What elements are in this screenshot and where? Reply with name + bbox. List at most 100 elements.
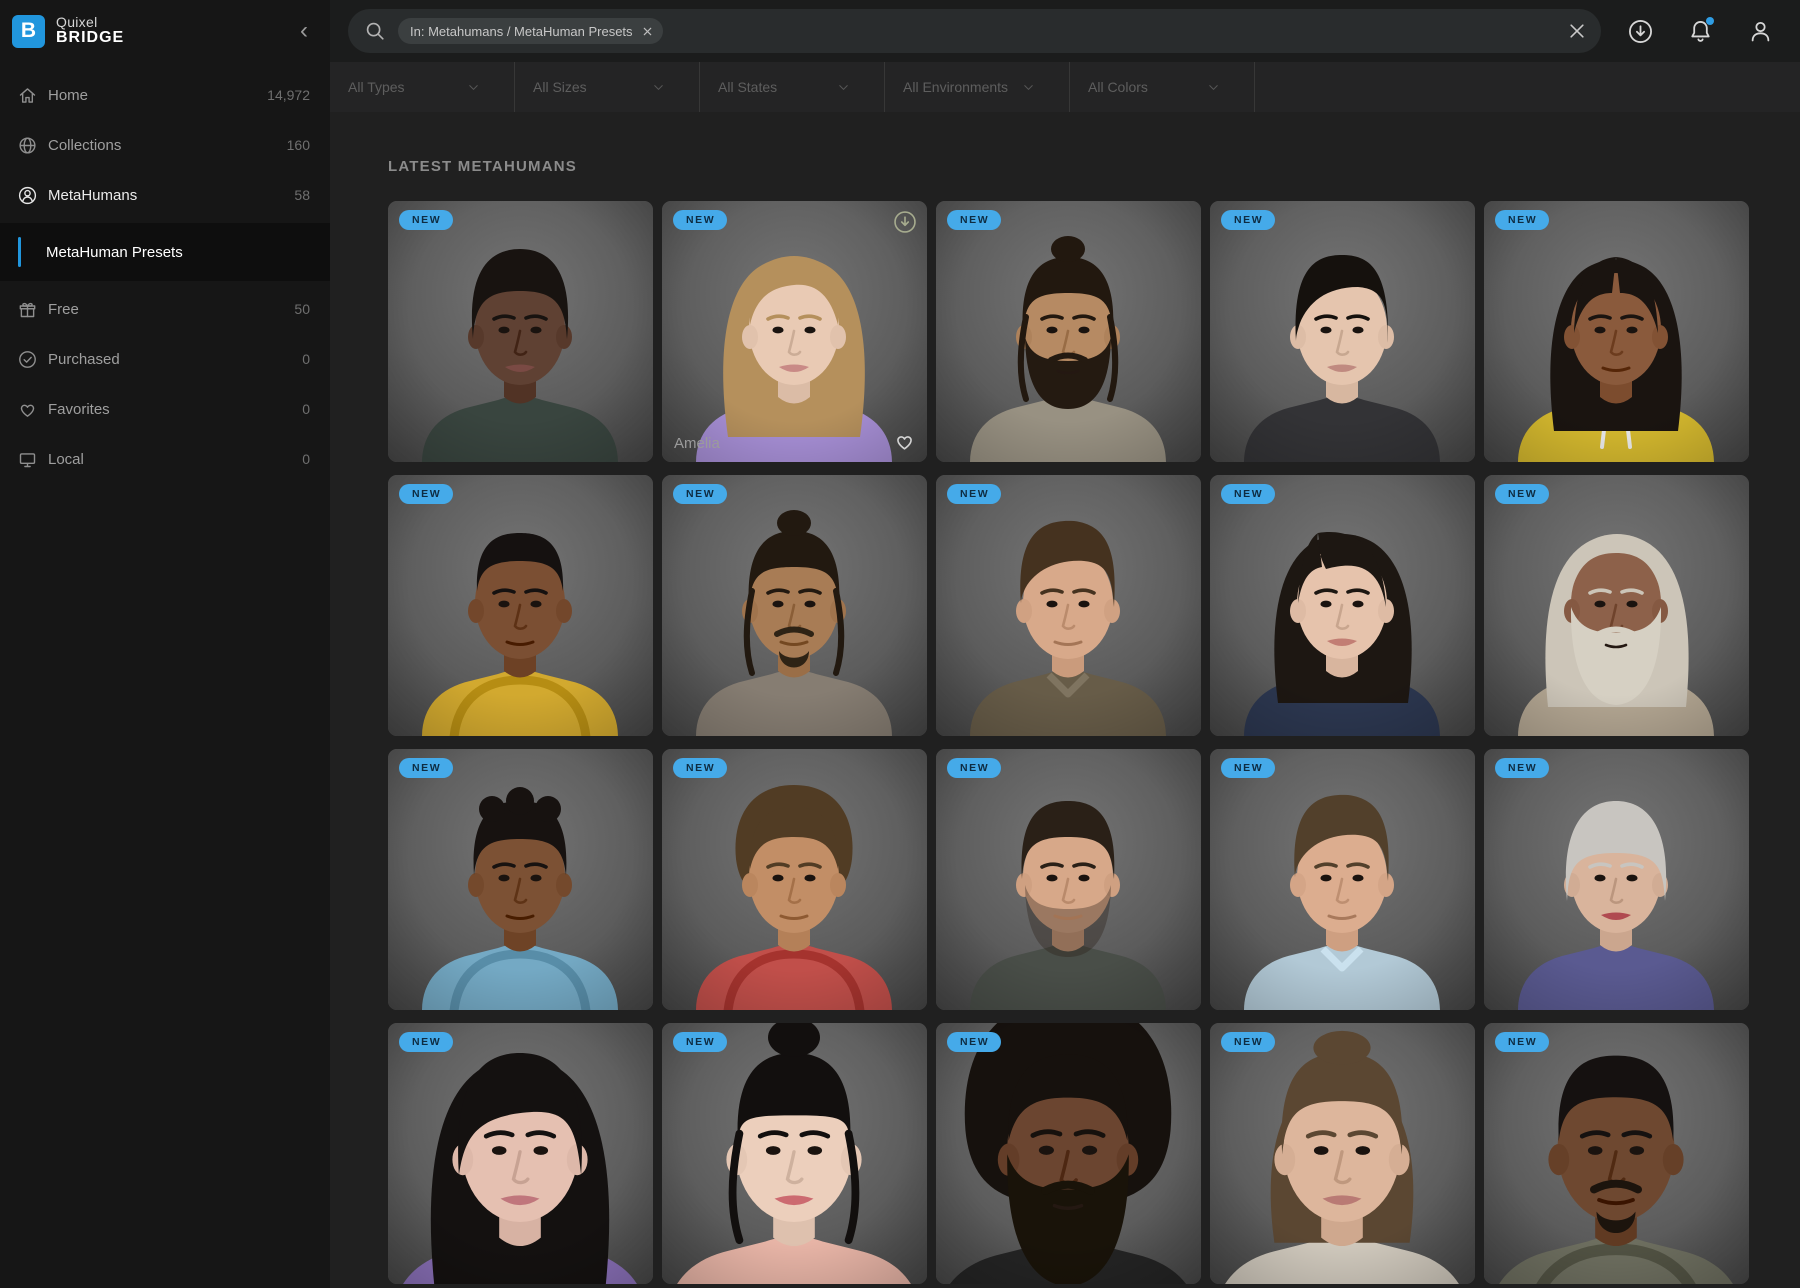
new-badge: NEW <box>1495 1032 1550 1052</box>
metahuman-portrait <box>662 749 927 1010</box>
brand-name-top: Quixel <box>56 14 98 31</box>
search-filter-chip-label: In: Metahumans / MetaHuman Presets <box>410 23 633 39</box>
heart-icon <box>17 399 38 420</box>
filter-label: All States <box>718 79 778 95</box>
header-icons <box>1627 16 1782 45</box>
new-badge: NEW <box>673 1032 728 1052</box>
sidebar-item-purchased[interactable]: Purchased 0 <box>0 334 330 384</box>
sidebar-item-count: 50 <box>294 301 310 317</box>
metahuman-card-12[interactable]: NEW <box>662 749 927 1010</box>
brand-name: Quixel BRIDGE <box>56 15 124 46</box>
metahuman-portrait <box>1484 201 1749 462</box>
sidebar-item-label: Free <box>48 300 79 318</box>
notification-dot <box>1706 16 1714 25</box>
metahuman-card-14[interactable]: NEW <box>1210 749 1475 1010</box>
new-badge: NEW <box>673 210 728 230</box>
new-badge: NEW <box>1495 484 1550 504</box>
search-filter-chip[interactable]: In: Metahumans / MetaHuman Presets <box>398 18 663 44</box>
metahuman-card-9[interactable]: NEW <box>1210 475 1475 736</box>
metahuman-card-7[interactable]: NEW <box>662 475 927 736</box>
download-button[interactable] <box>892 209 918 235</box>
notifications-bell-icon[interactable] <box>1687 16 1714 45</box>
filter-all-environments[interactable]: All Environments <box>885 62 1070 112</box>
sidebar-item-label: Home <box>48 86 89 104</box>
metahuman-card-5[interactable]: NEW <box>1484 201 1749 462</box>
metahuman-card-3[interactable]: NEW <box>936 201 1201 462</box>
new-badge: NEW <box>1221 1032 1276 1052</box>
section-title: LATEST METAHUMANS <box>388 158 577 175</box>
favorite-heart-icon[interactable] <box>893 430 916 453</box>
metahuman-card-11[interactable]: NEW <box>388 749 653 1010</box>
check-circle-icon <box>17 349 38 370</box>
metahuman-portrait <box>1210 749 1475 1010</box>
sidebar-item-count: 0 <box>302 451 310 467</box>
metahuman-portrait <box>388 201 653 462</box>
sidebar-nav: Home 14,972 Collections 160 MetaHumans 58 Meta… <box>0 70 330 484</box>
metahuman-card-20[interactable]: NEW <box>1484 1023 1749 1284</box>
metahuman-card-6[interactable]: NEW <box>388 475 653 736</box>
new-badge: NEW <box>947 484 1002 504</box>
metahuman-portrait <box>1484 749 1749 1010</box>
chip-remove-icon[interactable] <box>642 26 653 37</box>
filter-bar: All Types All Sizes All States All Environm… <box>330 62 1800 112</box>
sidebar-item-label: Local <box>48 450 84 468</box>
sidebar-item-label: Collections <box>48 136 122 154</box>
metahuman-portrait <box>662 475 927 736</box>
logo-row: B Quixel BRIDGE ‹ <box>0 0 330 62</box>
metahuman-portrait <box>1210 475 1475 736</box>
metahuman-card-10[interactable]: NEW <box>1484 475 1749 736</box>
sidebar-item-label: Purchased <box>48 350 120 368</box>
metahuman-card-17[interactable]: NEW <box>662 1023 927 1284</box>
sidebar-item-home[interactable]: Home 14,972 <box>0 70 330 120</box>
metahuman-portrait <box>1210 201 1475 462</box>
sidebar-item-favorites[interactable]: Favorites 0 <box>0 384 330 434</box>
sidebar-item-free[interactable]: Free 50 <box>0 284 330 334</box>
metahuman-card-8[interactable]: NEW <box>936 475 1201 736</box>
sidebar-item-collections[interactable]: Collections 160 <box>0 120 330 170</box>
sidebar-item-metahuman-presets[interactable]: MetaHuman Presets <box>0 223 330 281</box>
downloads-icon[interactable] <box>1627 18 1654 45</box>
person-circle-icon <box>17 185 38 206</box>
metahuman-grid: NEW NEW Amelia NEW NEW NEW NEW NEW NEW NEW NEW NEW N… <box>388 201 1800 1284</box>
new-badge: NEW <box>399 758 454 778</box>
filter-all-colors[interactable]: All Colors <box>1070 62 1255 112</box>
new-badge: NEW <box>1221 484 1276 504</box>
sidebar-item-label: Favorites <box>48 400 110 418</box>
metahuman-card-4[interactable]: NEW <box>1210 201 1475 462</box>
sidebar-item-metahumans[interactable]: MetaHumans 58 <box>0 170 330 220</box>
filter-all-states[interactable]: All States <box>700 62 885 112</box>
metahuman-card-15[interactable]: NEW <box>1484 749 1749 1010</box>
metahuman-card-18[interactable]: NEW <box>936 1023 1201 1284</box>
metahuman-portrait <box>1484 475 1749 736</box>
quixel-bridge-logo[interactable]: B Quixel BRIDGE <box>12 14 124 48</box>
home-icon <box>17 85 38 106</box>
main-column: In: Metahumans / MetaHuman Presets All T… <box>330 0 1800 1288</box>
account-user-icon[interactable] <box>1747 18 1774 45</box>
metahuman-card-19[interactable]: NEW <box>1210 1023 1475 1284</box>
sidebar-collapse-button[interactable]: ‹ <box>294 17 314 45</box>
sidebar-item-count: 58 <box>294 187 310 203</box>
new-badge: NEW <box>673 758 728 778</box>
filter-all-types[interactable]: All Types <box>330 62 515 112</box>
sidebar-item-count: 160 <box>286 137 310 153</box>
metahuman-portrait <box>388 749 653 1010</box>
metahuman-card-16[interactable]: NEW <box>388 1023 653 1284</box>
sidebar-item-count: 0 <box>302 351 310 367</box>
metahuman-card-13[interactable]: NEW <box>936 749 1201 1010</box>
sidebar: B Quixel BRIDGE ‹ Home 14,972 Collections 1… <box>0 0 330 1288</box>
chevron-down-icon <box>836 80 851 95</box>
metahuman-portrait <box>936 201 1201 462</box>
gift-icon <box>17 299 38 320</box>
filter-all-sizes[interactable]: All Sizes <box>515 62 700 112</box>
search-bar[interactable]: In: Metahumans / MetaHuman Presets <box>348 9 1601 53</box>
filter-label: All Types <box>348 79 405 95</box>
metahuman-portrait <box>662 201 927 462</box>
metahuman-portrait <box>662 1023 927 1284</box>
metahuman-card-amelia[interactable]: NEW Amelia <box>662 201 927 462</box>
metahuman-portrait <box>936 749 1201 1010</box>
sidebar-item-count: 0 <box>302 401 310 417</box>
new-badge: NEW <box>1221 210 1276 230</box>
metahuman-card-1[interactable]: NEW <box>388 201 653 462</box>
search-clear-icon[interactable] <box>1567 21 1587 41</box>
sidebar-item-local[interactable]: Local 0 <box>0 434 330 484</box>
